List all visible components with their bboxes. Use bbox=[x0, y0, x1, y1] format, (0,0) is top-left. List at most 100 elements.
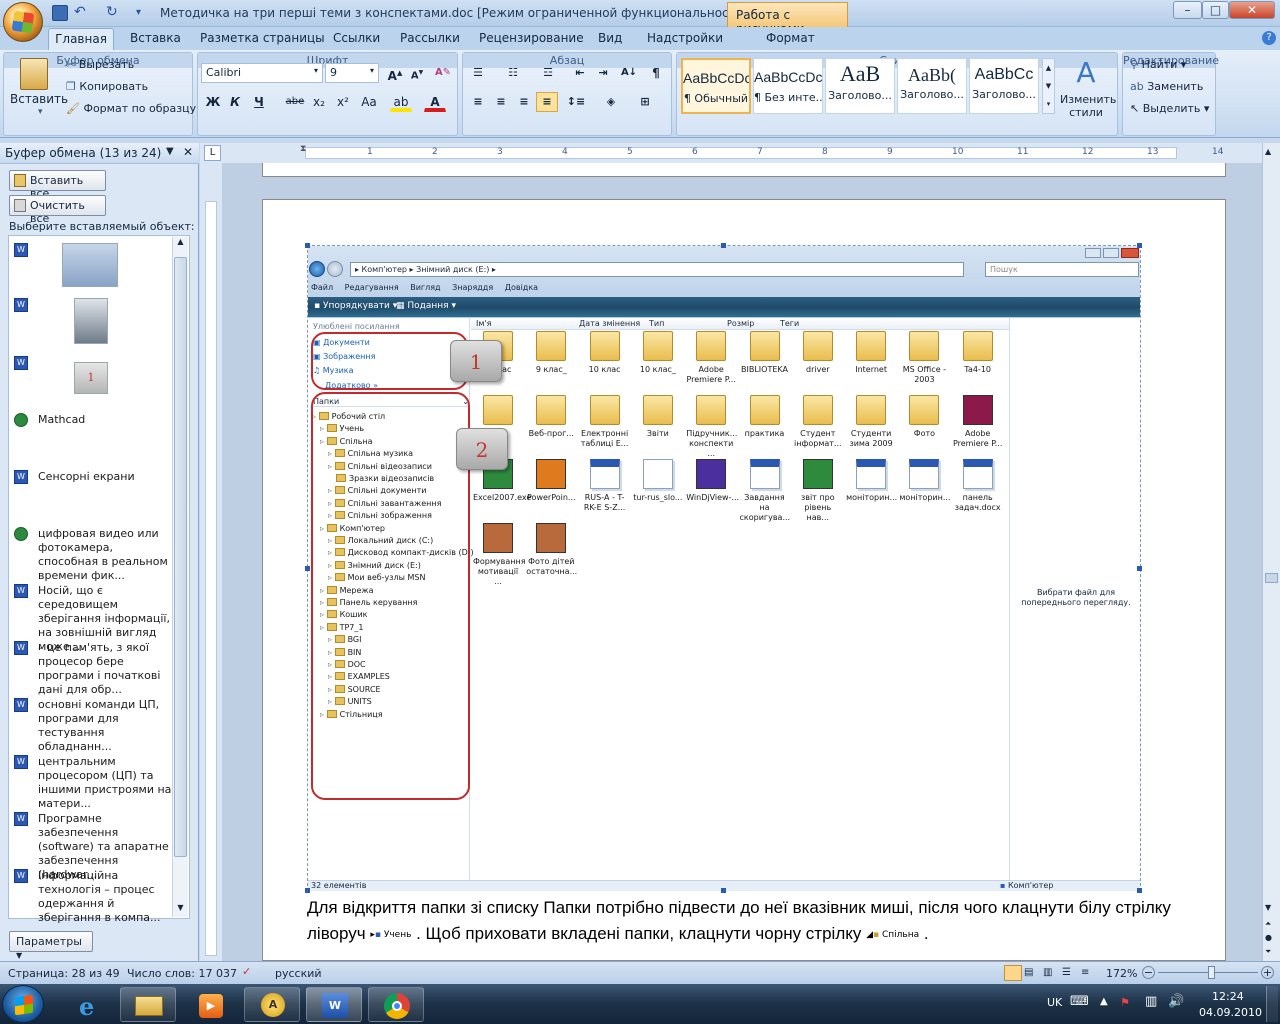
qat-customize-icon[interactable]: ▾ bbox=[136, 5, 152, 21]
find-button[interactable]: ⚲ Найти ▾ bbox=[1130, 58, 1186, 71]
italic-button[interactable]: К bbox=[224, 92, 246, 112]
resize-handle[interactable] bbox=[305, 888, 310, 893]
clipboard-item[interactable]: W 1 bbox=[14, 356, 172, 394]
strikethrough-button[interactable]: abe bbox=[284, 92, 306, 112]
change-styles-button[interactable]: Изменить стили bbox=[1060, 93, 1116, 119]
style-no-spacing[interactable]: AaBbCcDc ¶ Без инте... bbox=[753, 58, 823, 114]
replace-button[interactable]: ab Заменить bbox=[1130, 80, 1203, 93]
keyboard-icon[interactable]: ⌨ bbox=[1070, 994, 1089, 1009]
bold-button[interactable]: Ж bbox=[202, 92, 224, 112]
document-paragraph[interactable]: Для відкриття папки зі списку Папки потр… bbox=[307, 895, 1207, 948]
taskbar-app[interactable]: A bbox=[244, 987, 300, 1022]
grow-font-icon[interactable]: A▲ bbox=[384, 63, 406, 83]
style-normal[interactable]: AaBbCcDc ¶ Обычный bbox=[681, 58, 751, 114]
clipboard-item[interactable]: W Програмне забезпечення (software) та а… bbox=[14, 812, 172, 881]
scroll-thumb[interactable] bbox=[1265, 573, 1278, 583]
resize-handle[interactable] bbox=[305, 243, 310, 248]
web-layout-icon[interactable]: ▥ bbox=[1043, 967, 1052, 978]
clipboard-item[interactable]: W Сенсорні екрани bbox=[14, 470, 172, 486]
action-center-icon[interactable]: ⚑ bbox=[1120, 996, 1130, 1009]
clipboard-item[interactable]: W bbox=[14, 243, 172, 289]
tab-review[interactable]: Рецензирование bbox=[479, 31, 584, 45]
redo-icon[interactable]: ↻ bbox=[106, 5, 122, 21]
taskbar-word[interactable]: W bbox=[306, 987, 362, 1022]
bullets-icon[interactable]: ☰ bbox=[467, 63, 489, 83]
clipboard-scrollbar[interactable]: ▲ ▼ bbox=[172, 237, 188, 917]
borders-icon[interactable]: ⊞ bbox=[634, 92, 656, 112]
minimize-button[interactable]: – bbox=[1173, 1, 1202, 19]
copy-button[interactable]: ❐ Копировать bbox=[66, 80, 148, 93]
format-painter-button[interactable]: 🖌 Формат по образцу bbox=[66, 102, 196, 115]
tray-expand-icon[interactable]: ▲ bbox=[1100, 996, 1108, 1007]
clipboard-item[interactable]: W основні команди ЦП, програми для тесту… bbox=[14, 698, 172, 753]
zoom-in-icon[interactable]: + bbox=[1261, 966, 1274, 979]
clock-date[interactable]: 04.09.2010 bbox=[1199, 1006, 1262, 1019]
tab-home[interactable]: Главная bbox=[48, 28, 114, 51]
tab-addins[interactable]: Надстройки bbox=[647, 31, 723, 45]
style-heading2[interactable]: AaBb(Заголово... bbox=[897, 58, 967, 114]
decrease-indent-icon[interactable]: ⇤ bbox=[569, 63, 591, 83]
shrink-font-icon[interactable]: A▼ bbox=[406, 63, 428, 83]
tab-insert[interactable]: Вставка bbox=[130, 31, 181, 45]
tab-stop-selector-icon[interactable]: L bbox=[204, 145, 221, 161]
zoom-out-icon[interactable]: − bbox=[1142, 966, 1155, 979]
proofing-icon[interactable]: ✓ bbox=[242, 965, 251, 978]
document-scrollbar[interactable]: ▲ ▼ ⏶ ● ⏷ bbox=[1262, 143, 1280, 961]
taskbar-media-player[interactable]: ▶ bbox=[182, 987, 238, 1022]
font-color-icon[interactable]: A bbox=[424, 92, 446, 112]
subscript-button[interactable]: x₂ bbox=[308, 92, 330, 112]
clipboard-item[interactable]: W Носій, що є середовищем зберігання інф… bbox=[14, 584, 172, 653]
print-layout-icon[interactable] bbox=[1004, 965, 1022, 981]
font-name-combo[interactable]: Calibri ▾ bbox=[201, 63, 323, 83]
highlight-icon[interactable]: ab bbox=[390, 92, 412, 112]
resize-handle[interactable] bbox=[1137, 566, 1142, 571]
save-icon[interactable] bbox=[52, 5, 68, 21]
paste-button[interactable]: Вставить bbox=[10, 92, 68, 106]
draft-icon[interactable]: ≡ bbox=[1081, 967, 1089, 978]
clipboard-item[interactable]: W bbox=[14, 298, 172, 346]
undo-icon[interactable]: ↶ bbox=[74, 5, 90, 21]
change-case-button[interactable]: Aa bbox=[356, 92, 382, 112]
show-desktop-button[interactable] bbox=[1266, 986, 1278, 1022]
superscript-button[interactable]: x² bbox=[332, 92, 354, 112]
align-center-icon[interactable]: ≡ bbox=[490, 92, 512, 112]
clear-formatting-icon[interactable]: A✎ bbox=[432, 63, 454, 83]
align-right-icon[interactable]: ≡ bbox=[513, 92, 535, 112]
taskbar-chrome[interactable] bbox=[368, 987, 424, 1022]
tab-page-layout[interactable]: Разметка страницы bbox=[200, 31, 325, 45]
horizontal-ruler[interactable] bbox=[200, 143, 1262, 163]
resize-handle[interactable] bbox=[305, 566, 310, 571]
increase-indent-icon[interactable]: ⇥ bbox=[592, 63, 614, 83]
language-indicator[interactable]: русский bbox=[275, 967, 322, 980]
help-icon[interactable]: ? bbox=[1262, 31, 1276, 45]
pane-close-icon[interactable]: ✕ bbox=[183, 145, 193, 159]
scroll-thumb[interactable] bbox=[174, 257, 187, 857]
scroll-down-icon[interactable]: ▼ bbox=[173, 903, 188, 917]
paste-dropdown-icon[interactable]: ▾ bbox=[38, 107, 43, 117]
close-button[interactable]: ✕ bbox=[1229, 1, 1275, 19]
scroll-up-icon[interactable]: ▲ bbox=[173, 237, 188, 251]
volume-icon[interactable]: 🔊 bbox=[1168, 994, 1184, 1009]
style-heading1[interactable]: AaB Заголово... bbox=[825, 58, 895, 114]
word-counter[interactable]: Число слов: 17 037 bbox=[127, 967, 237, 980]
indent-marker-icon[interactable]: ⧗ bbox=[300, 144, 310, 162]
options-button[interactable]: Параметры ▼ bbox=[9, 931, 93, 960]
pane-menu-icon[interactable]: ▼ bbox=[166, 146, 174, 157]
clock-time[interactable]: 12:24 bbox=[1212, 990, 1244, 1003]
resize-handle[interactable] bbox=[721, 888, 726, 893]
previous-page-icon[interactable]: ⏶ bbox=[1265, 919, 1271, 929]
clipboard-item[interactable]: W Інформаційна технологія – процес одерж… bbox=[14, 869, 172, 924]
start-button[interactable] bbox=[2, 985, 44, 1023]
resize-handle[interactable] bbox=[1137, 888, 1142, 893]
resize-handle[interactable] bbox=[721, 243, 726, 248]
resize-handle[interactable] bbox=[1137, 243, 1142, 248]
clipboard-item[interactable]: цифровая видео или фотокамера, способная… bbox=[14, 527, 172, 582]
zoom-slider-thumb[interactable] bbox=[1208, 966, 1215, 979]
maximize-button[interactable]: □ bbox=[1202, 1, 1229, 19]
clipboard-item[interactable]: W – це пам'ять, з якої процесор бере про… bbox=[14, 641, 172, 696]
change-styles-icon[interactable]: A bbox=[1071, 58, 1101, 88]
input-language[interactable]: UK bbox=[1047, 996, 1062, 1009]
zoom-level[interactable]: 172% bbox=[1106, 967, 1137, 980]
tab-view[interactable]: Вид bbox=[598, 31, 622, 45]
shading-icon[interactable]: ◈ bbox=[600, 92, 622, 112]
